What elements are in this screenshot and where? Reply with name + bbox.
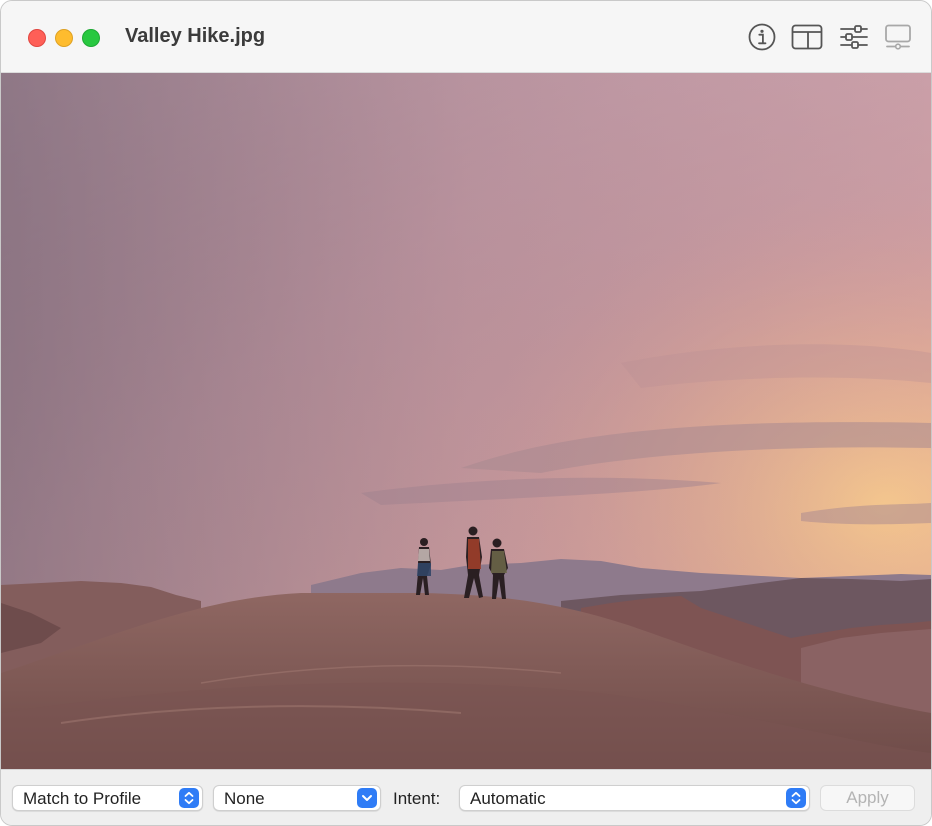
- preview-window: Valley Hike.jpg Match to Profile None In…: [0, 0, 932, 826]
- sidebar-icon: [791, 24, 823, 50]
- profile-value-label: None: [224, 789, 265, 808]
- info-icon: [748, 23, 776, 51]
- profile-mode-label: Match to Profile: [23, 789, 142, 808]
- color-sync-bar: Match to Profile None Intent: Automatic …: [1, 769, 931, 825]
- photo-canvas[interactable]: [1, 73, 931, 769]
- intent-value-label: Automatic: [470, 789, 546, 808]
- valley-hike-photo: [1, 73, 931, 769]
- updown-chevron-icon: [786, 788, 806, 808]
- info-button[interactable]: [747, 23, 777, 51]
- updown-chevron-icon: [179, 788, 199, 808]
- sidebar-button[interactable]: [791, 23, 823, 51]
- adjust-button[interactable]: [839, 23, 869, 51]
- zoom-window-button[interactable]: [82, 29, 100, 47]
- intent-label: Intent:: [393, 789, 441, 808]
- apply-button[interactable]: Apply: [820, 785, 915, 811]
- profile-mode-popup[interactable]: Match to Profile: [12, 785, 203, 811]
- adjust-icon: [840, 25, 868, 49]
- minimize-window-button[interactable]: [55, 29, 73, 47]
- profile-value-popup[interactable]: None: [213, 785, 381, 811]
- slideshow-button[interactable]: [884, 23, 914, 51]
- slideshow-icon: [885, 24, 911, 50]
- close-window-button[interactable]: [28, 29, 46, 47]
- title-bar[interactable]: Valley Hike.jpg: [1, 1, 931, 73]
- window-title: Valley Hike.jpg: [125, 25, 266, 47]
- intent-popup[interactable]: Automatic: [459, 785, 810, 811]
- chevron-down-icon: [357, 788, 377, 808]
